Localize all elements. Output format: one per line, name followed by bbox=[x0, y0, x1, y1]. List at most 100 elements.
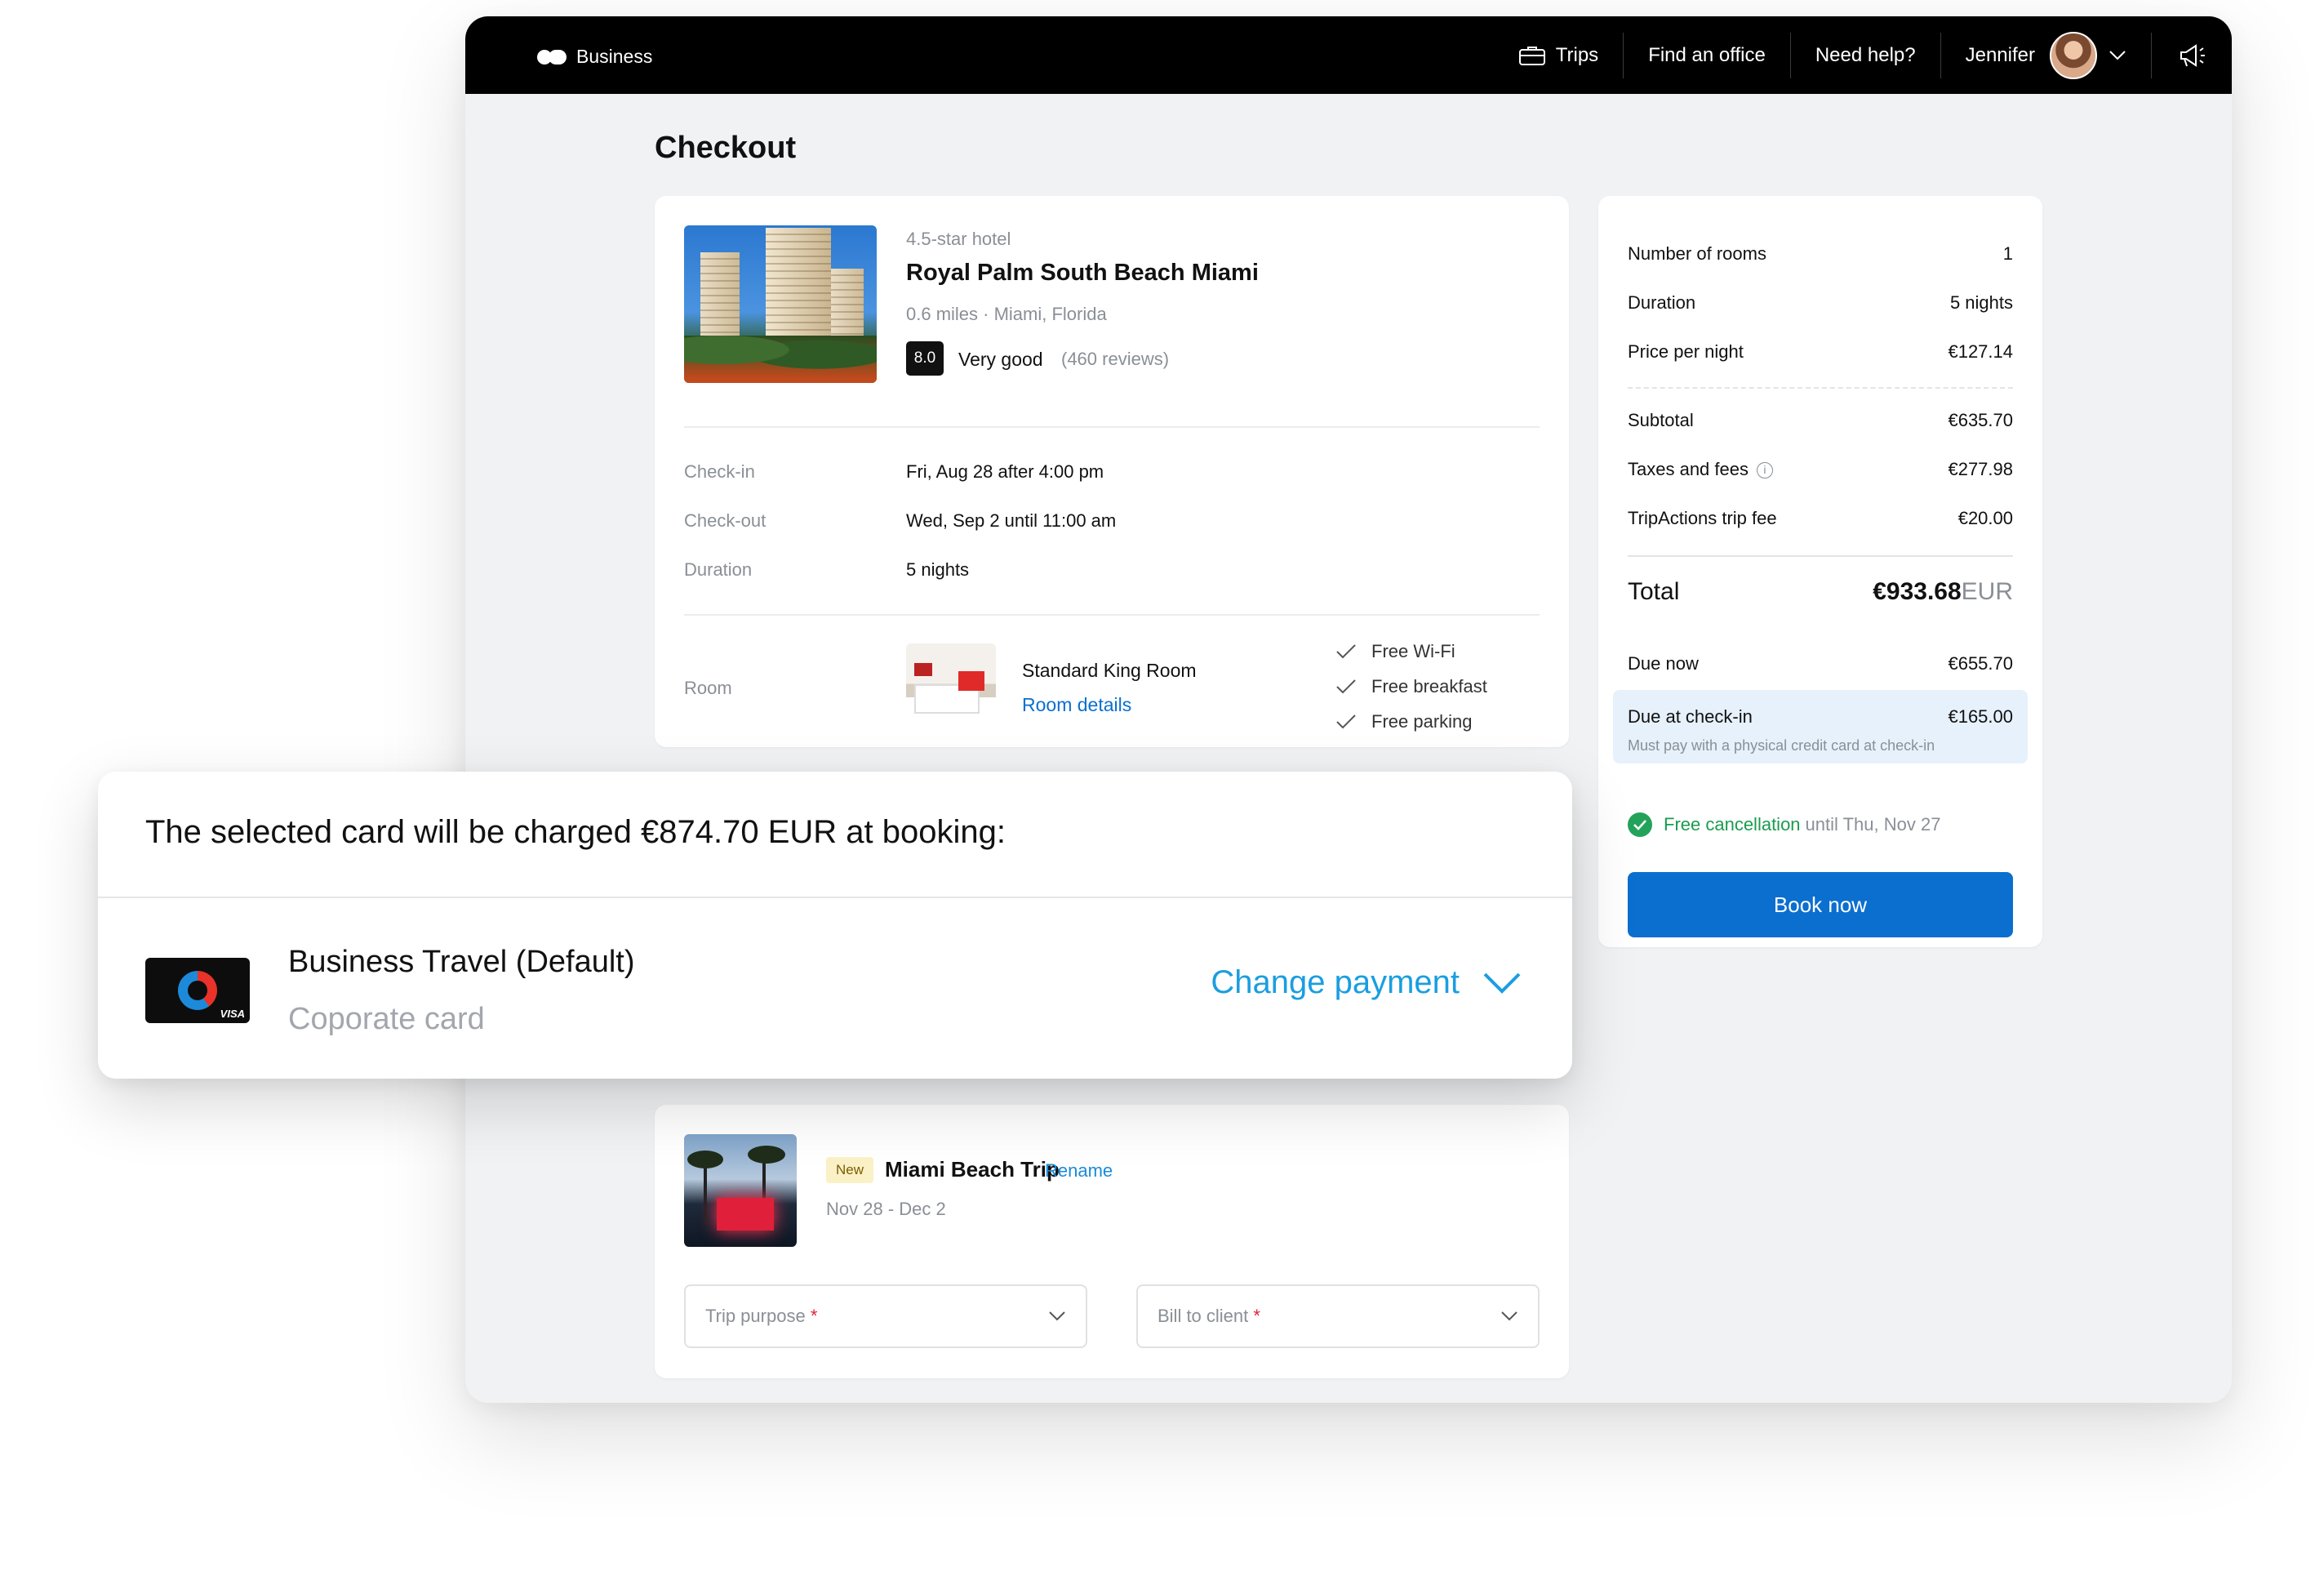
payment-heading: The selected card will be charged €874.7… bbox=[145, 814, 1006, 850]
taxes-label: Taxes and fees bbox=[1628, 459, 1749, 479]
rooms-label: Number of rooms bbox=[1628, 243, 1766, 264]
rooms-row: Number of rooms 1 bbox=[1628, 243, 2013, 265]
trip-fee-row: TripActions trip fee €20.00 bbox=[1628, 508, 2013, 529]
summary-duration-value: 5 nights bbox=[1949, 292, 2013, 313]
due-now-row: Due now €655.70 bbox=[1628, 653, 2013, 674]
trip-fee-value: €20.00 bbox=[1957, 508, 2013, 528]
divider bbox=[98, 897, 1572, 898]
free-cancellation-label: Free cancellation bbox=[1664, 814, 1801, 835]
nav-find-office[interactable]: Find an office bbox=[1624, 32, 1791, 78]
total-label: Total bbox=[1628, 578, 1680, 605]
subtotal-value: €635.70 bbox=[1948, 410, 2013, 430]
amenity-label: Free Wi-Fi bbox=[1371, 641, 1455, 661]
amenity-item: Free Wi-Fi bbox=[1335, 641, 1455, 662]
credit-card-icon: VISA bbox=[145, 958, 250, 1023]
due-checkin-label: Due at check-in bbox=[1628, 706, 1753, 727]
trip-fee-label: TripActions trip fee bbox=[1628, 508, 1777, 528]
checkout-value: Wed, Sep 2 until 11:00 am bbox=[906, 510, 1117, 531]
price-summary-card: Number of rooms 1 Duration 5 nights Price … bbox=[1598, 196, 2042, 947]
check-circle-icon bbox=[1628, 812, 1652, 837]
room-photo[interactable] bbox=[906, 643, 996, 733]
new-badge: New bbox=[826, 1157, 874, 1183]
hotel-location: 0.6 miles · Miami, Florida bbox=[906, 304, 1107, 324]
due-now-value: €655.70 bbox=[1948, 653, 2013, 674]
free-cancellation-until: until Thu, Nov 27 bbox=[1805, 814, 1941, 835]
nav-find-office-label: Find an office bbox=[1648, 43, 1766, 66]
ppn-label: Price per night bbox=[1628, 341, 1744, 362]
brand-name: Business bbox=[576, 46, 653, 67]
subtotal-label: Subtotal bbox=[1628, 410, 1694, 430]
chevron-down-icon bbox=[1483, 972, 1521, 994]
check-icon bbox=[1336, 679, 1356, 694]
checkin-value: Fri, Aug 28 after 4:00 pm bbox=[906, 461, 1104, 482]
payment-card-type: Coporate card bbox=[288, 1002, 485, 1036]
app-window: Business Trips Find an office Need help?… bbox=[465, 16, 2232, 1403]
nav-trips[interactable]: Trips bbox=[1494, 32, 1624, 78]
change-payment-button[interactable]: Change payment bbox=[1211, 964, 1522, 1001]
amenity-label: Free breakfast bbox=[1371, 676, 1487, 697]
divider bbox=[684, 426, 1540, 428]
due-at-checkin-box: Due at check-in €165.00 Must pay with a p… bbox=[1613, 690, 2028, 763]
total-value: €933.68 bbox=[1873, 578, 1962, 605]
trip-card: New Miami Beach Trip Rename Nov 28 - Dec… bbox=[655, 1105, 1569, 1378]
amenity-item: Free breakfast bbox=[1335, 676, 1487, 697]
brand-logo[interactable]: Business bbox=[537, 46, 652, 68]
required-mark: * bbox=[1253, 1306, 1260, 1326]
total-currency: EUR bbox=[1961, 578, 2013, 605]
taxes-row: Taxes and fees i €277.98 bbox=[1628, 459, 2013, 480]
nav-help[interactable]: Need help? bbox=[1791, 32, 1941, 78]
briefcase-icon bbox=[1518, 46, 1545, 65]
subtotal-row: Subtotal €635.70 bbox=[1628, 410, 2013, 431]
divider bbox=[1628, 555, 2013, 557]
hotel-details-card: 4.5-star hotel Royal Palm South Beach Mi… bbox=[655, 196, 1569, 747]
logo-icon bbox=[537, 49, 567, 65]
summary-duration-label: Duration bbox=[1628, 292, 1696, 313]
info-icon[interactable]: i bbox=[1756, 462, 1773, 479]
duration-row: Duration 5 nights bbox=[1628, 292, 2013, 314]
change-payment-label: Change payment bbox=[1211, 964, 1460, 1000]
review-count: (460 reviews) bbox=[1061, 349, 1170, 369]
duration-value: 5 nights bbox=[906, 559, 970, 580]
divider bbox=[684, 614, 1540, 616]
due-checkin-value: €165.00 bbox=[1948, 706, 2013, 727]
chevron-down-icon bbox=[2109, 50, 2126, 60]
room-details-link[interactable]: Room details bbox=[1022, 694, 1131, 716]
chevron-down-icon bbox=[1501, 1311, 1517, 1321]
trip-purpose-placeholder: Trip purpose bbox=[705, 1306, 806, 1326]
card-brand: VISA bbox=[220, 1008, 245, 1020]
room-label: Room bbox=[684, 678, 732, 698]
avatar bbox=[2050, 31, 2097, 79]
room-name: Standard King Room bbox=[1022, 660, 1197, 681]
review-score-label: Very good bbox=[958, 349, 1043, 370]
nav-help-label: Need help? bbox=[1815, 43, 1916, 66]
review-score-badge: 8.0 bbox=[906, 341, 944, 376]
bill-to-client-select[interactable]: Bill to client * bbox=[1136, 1284, 1540, 1348]
duration-label: Duration bbox=[684, 559, 753, 580]
nav-trips-label: Trips bbox=[1555, 43, 1599, 66]
rename-link[interactable]: Rename bbox=[1045, 1160, 1113, 1182]
user-name: Jennifer bbox=[1965, 43, 2035, 66]
rooms-value: 1 bbox=[2002, 243, 2013, 264]
amenity-label: Free parking bbox=[1371, 711, 1473, 732]
due-checkin-note: Must pay with a physical credit card at … bbox=[1628, 737, 1935, 754]
check-icon bbox=[1336, 714, 1356, 729]
due-now-label: Due now bbox=[1628, 653, 1699, 674]
user-menu[interactable]: Jennifer bbox=[1941, 31, 2152, 79]
book-now-button[interactable]: Book now bbox=[1628, 872, 2013, 937]
hotel-star-rating: 4.5-star hotel bbox=[906, 229, 1011, 249]
checkout-label: Check-out bbox=[684, 510, 767, 531]
trip-purpose-select[interactable]: Trip purpose * bbox=[684, 1284, 1087, 1348]
bill-to-client-placeholder: Bill to client bbox=[1158, 1306, 1249, 1326]
hotel-photo[interactable] bbox=[684, 225, 877, 383]
payment-panel: The selected card will be charged €874.7… bbox=[98, 772, 1572, 1079]
announcements-button[interactable] bbox=[2152, 33, 2232, 78]
megaphone-icon bbox=[2180, 43, 2205, 67]
hotel-name: Royal Palm South Beach Miami bbox=[906, 260, 1259, 286]
check-icon bbox=[1336, 644, 1356, 659]
divider bbox=[1628, 387, 2013, 389]
trip-photo bbox=[684, 1134, 797, 1247]
chevron-down-icon bbox=[1049, 1311, 1065, 1321]
nav-menu: Trips Find an office Need help? Jennifer bbox=[1494, 16, 2232, 94]
ppn-value: €127.14 bbox=[1948, 341, 2013, 362]
trip-name: Miami Beach Trip bbox=[885, 1157, 1060, 1182]
